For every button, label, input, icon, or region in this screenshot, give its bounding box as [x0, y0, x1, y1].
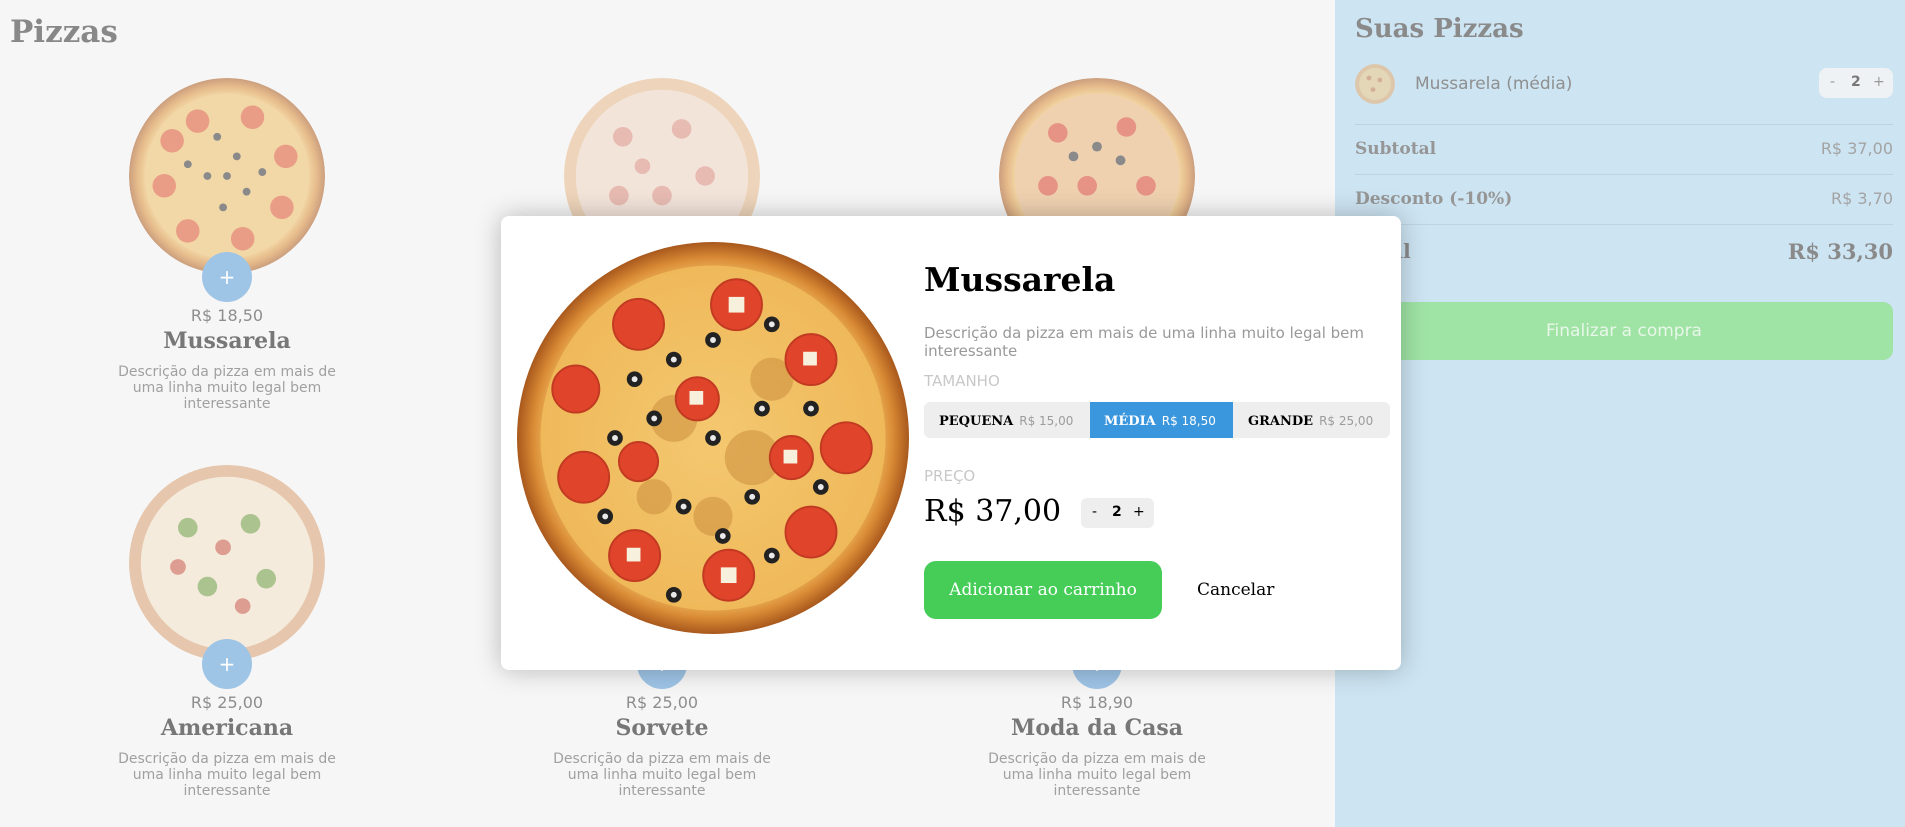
increase-button[interactable]: + — [1873, 74, 1885, 90]
quantity-value: 2 — [1112, 504, 1122, 520]
discount-row: Desconto (-10%) R$ 3,70 — [1355, 174, 1893, 225]
add-to-cart-button[interactable]: Adicionar ao carrinho — [924, 561, 1162, 619]
pizza-description: Descrição da pizza em mais de uma linha … — [988, 751, 1206, 799]
cancel-button[interactable]: Cancelar — [1197, 580, 1274, 600]
pizza-modal: Mussarela Descrição da pizza em mais de … — [501, 216, 1401, 670]
size-price: R$ 18,50 — [1161, 414, 1216, 428]
pizza-price: R$ 18,90 — [1060, 693, 1134, 712]
size-name: MÉDIA — [1104, 414, 1156, 429]
modal-pizza-name: Mussarela — [924, 260, 1116, 299]
size-price: R$ 15,00 — [1019, 414, 1074, 428]
pizza-image — [517, 242, 909, 634]
cart-title: Suas Pizzas — [1355, 14, 1524, 44]
size-option-pequena[interactable]: PEQUENA R$ 15,00 — [924, 402, 1090, 438]
pizza-description: Descrição da pizza em mais de uma linha … — [553, 751, 771, 799]
modal-pizza-description: Descrição da pizza em mais de uma linha … — [924, 324, 1365, 360]
pizza-description: Descrição da pizza em mais de uma linha … — [118, 751, 336, 799]
cart-item-quantity: - 2 + — [1819, 68, 1893, 98]
subtotal-row: Subtotal R$ 37,00 — [1355, 124, 1893, 175]
price-label: PREÇO — [924, 467, 976, 485]
menu-title: Pizzas — [10, 14, 118, 50]
pizza-description: Descrição da pizza em mais de uma linha … — [118, 364, 336, 412]
total-row: Total R$ 33,30 — [1355, 224, 1893, 275]
decrease-button[interactable]: - — [1830, 74, 1835, 90]
pizza-name: Mussarela — [163, 328, 291, 354]
size-option-grande[interactable]: GRANDE R$ 25,00 — [1233, 402, 1390, 438]
modal-price: R$ 37,00 — [924, 494, 1062, 529]
size-price: R$ 25,00 — [1319, 414, 1374, 428]
add-pizza-button[interactable]: + — [202, 252, 252, 302]
pizza-name: Sorvete — [615, 715, 709, 741]
discount-label: Desconto (-10%) — [1355, 189, 1513, 209]
increase-button[interactable]: + — [1133, 504, 1145, 520]
pizza-thumbnail — [1355, 64, 1395, 104]
pizza-price: R$ 25,00 — [625, 693, 699, 712]
checkout-button[interactable]: Finalizar a compra — [1355, 302, 1893, 360]
pizza-price: R$ 18,50 — [190, 306, 264, 325]
pizza-image — [129, 78, 325, 274]
decrease-button[interactable]: - — [1092, 504, 1097, 520]
total-value: R$ 33,30 — [1787, 239, 1893, 264]
subtotal-value: R$ 37,00 — [1820, 139, 1893, 158]
size-name: GRANDE — [1248, 414, 1314, 429]
size-selector: PEQUENA R$ 15,00 MÉDIA R$ 18,50 GRANDE R$ 2… — [924, 402, 1390, 438]
subtotal-label: Subtotal — [1355, 139, 1437, 159]
quantity-stepper: - 2 + — [1081, 498, 1154, 528]
cart-item: Mussarela (média) - 2 + — [1355, 64, 1893, 104]
size-label: TAMANHO — [924, 372, 1000, 390]
size-option-media[interactable]: MÉDIA R$ 18,50 — [1090, 402, 1233, 438]
add-pizza-button[interactable]: + — [202, 639, 252, 689]
discount-value: R$ 3,70 — [1830, 189, 1893, 208]
pizza-name: Americana — [160, 715, 294, 741]
pizza-price: R$ 25,00 — [190, 693, 264, 712]
pizza-image — [129, 465, 325, 661]
quantity-value: 2 — [1851, 74, 1861, 90]
pizza-name: Moda da Casa — [1010, 715, 1184, 741]
cart-panel: Suas Pizzas Mussarela (média) - 2 + Subt… — [1335, 0, 1905, 827]
size-name: PEQUENA — [939, 414, 1014, 429]
cart-item-name: Mussarela (média) — [1415, 74, 1573, 94]
